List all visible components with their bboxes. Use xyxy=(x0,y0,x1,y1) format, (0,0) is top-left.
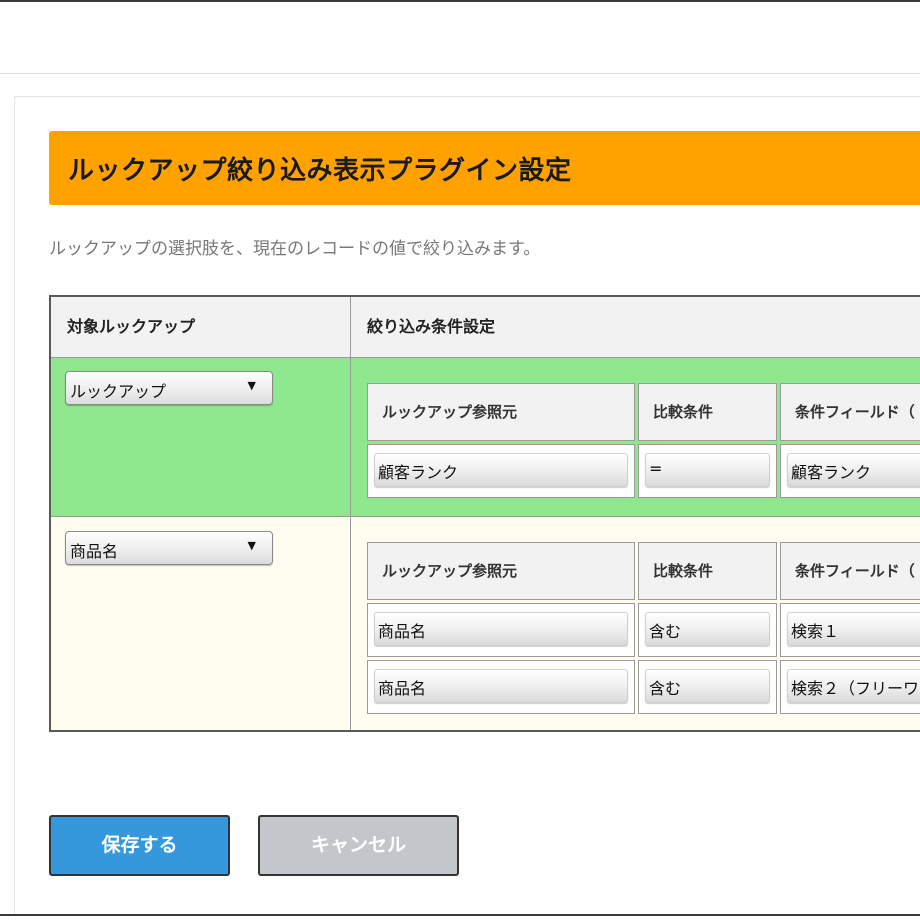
subheader-field: 条件フィールド（ xyxy=(780,383,920,441)
condition-field-value: 検索１ xyxy=(791,622,840,641)
subheader-operator: 比較条件 xyxy=(638,542,777,600)
condition-field-cell: 顧客ランク xyxy=(780,444,920,498)
subheader-source: ルックアップ参照元 xyxy=(367,542,635,600)
condition-field-select[interactable]: 顧客ランク xyxy=(787,453,920,487)
condition-field-select[interactable]: 検索１ xyxy=(787,612,920,646)
condition-operator-cell: = xyxy=(638,444,777,498)
subheader-operator-label: 比較条件 xyxy=(653,562,714,580)
page-description: ルックアップの選択肢を、現在のレコードの値で絞り込みます。 xyxy=(49,239,541,259)
subheader-operator-label: 比較条件 xyxy=(653,403,714,421)
chevron-down-icon: ▼ xyxy=(247,379,256,392)
table-row: ルックアップ ▼ ルックアップ参照元 比較条件 条件フィールド（ 顧客ランク =… xyxy=(51,358,920,517)
window-top-bar xyxy=(0,0,920,74)
window-bottom-edge xyxy=(0,914,920,920)
select-value: 商品名 xyxy=(70,542,119,561)
condition-source-select[interactable]: 商品名 xyxy=(374,669,628,703)
condition-source-value: 商品名 xyxy=(378,679,427,698)
condition-source-select[interactable]: 顧客ランク xyxy=(374,453,628,487)
condition-field-value: 顧客ランク xyxy=(791,463,872,482)
header-filter-conditions: 絞り込み条件設定 xyxy=(367,317,496,336)
subheader-operator: 比較条件 xyxy=(638,383,777,441)
condition-operator-value: 含む xyxy=(649,622,682,641)
condition-operator-cell: 含む xyxy=(638,660,777,714)
condition-source-value: 顧客ランク xyxy=(378,463,459,482)
table-row: 商品名 ▼ ルックアップ参照元 比較条件 条件フィールド（ 商品名 含む 検索１ xyxy=(51,517,920,730)
select-value: ルックアップ xyxy=(70,382,167,401)
condition-source-select[interactable]: 商品名 xyxy=(374,612,628,646)
condition-operator-cell: 含む xyxy=(638,603,777,657)
condition-operator-select[interactable]: 含む xyxy=(645,612,770,646)
subheader-source-label: ルックアップ参照元 xyxy=(382,562,518,580)
subheader-source-label: ルックアップ参照元 xyxy=(382,403,518,421)
condition-field-value: 検索２（フリーワ xyxy=(791,679,920,698)
condition-operator-select[interactable]: = xyxy=(645,453,770,487)
condition-operator-value: 含む xyxy=(649,679,682,698)
subheader-source: ルックアップ参照元 xyxy=(367,383,635,441)
chevron-down-icon: ▼ xyxy=(247,539,256,552)
column-divider xyxy=(350,297,351,730)
condition-field-select[interactable]: 検索２（フリーワ xyxy=(787,669,920,703)
target-lookup-select[interactable]: 商品名 ▼ xyxy=(65,531,273,565)
condition-source-cell: 商品名 xyxy=(367,603,635,657)
table-header-row: 対象ルックアップ 絞り込み条件設定 xyxy=(51,297,920,358)
subheader-field-label: 条件フィールド（ xyxy=(795,562,915,580)
cancel-button[interactable]: キャンセル xyxy=(258,815,459,876)
condition-operator-value: = xyxy=(649,459,663,478)
condition-source-cell: 商品名 xyxy=(367,660,635,714)
condition-source-value: 商品名 xyxy=(378,622,427,641)
header-target-lookup: 対象ルックアップ xyxy=(67,317,196,336)
condition-source-cell: 顧客ランク xyxy=(367,444,635,498)
condition-operator-select[interactable]: 含む xyxy=(645,669,770,703)
subheader-field-label: 条件フィールド（ xyxy=(795,403,915,421)
condition-field-cell: 検索２（フリーワ xyxy=(780,660,920,714)
condition-field-cell: 検索１ xyxy=(780,603,920,657)
page-title: ルックアップ絞り込み表示プラグイン設定 xyxy=(68,155,572,186)
save-button[interactable]: 保存する xyxy=(49,815,230,876)
subheader-field: 条件フィールド（ xyxy=(780,542,920,600)
lookup-settings-table: 対象ルックアップ 絞り込み条件設定 ルックアップ ▼ ルックアップ参照元 比較条… xyxy=(49,295,920,732)
page-title-bar: ルックアップ絞り込み表示プラグイン設定 xyxy=(49,131,920,205)
target-lookup-select[interactable]: ルックアップ ▼ xyxy=(65,371,273,405)
